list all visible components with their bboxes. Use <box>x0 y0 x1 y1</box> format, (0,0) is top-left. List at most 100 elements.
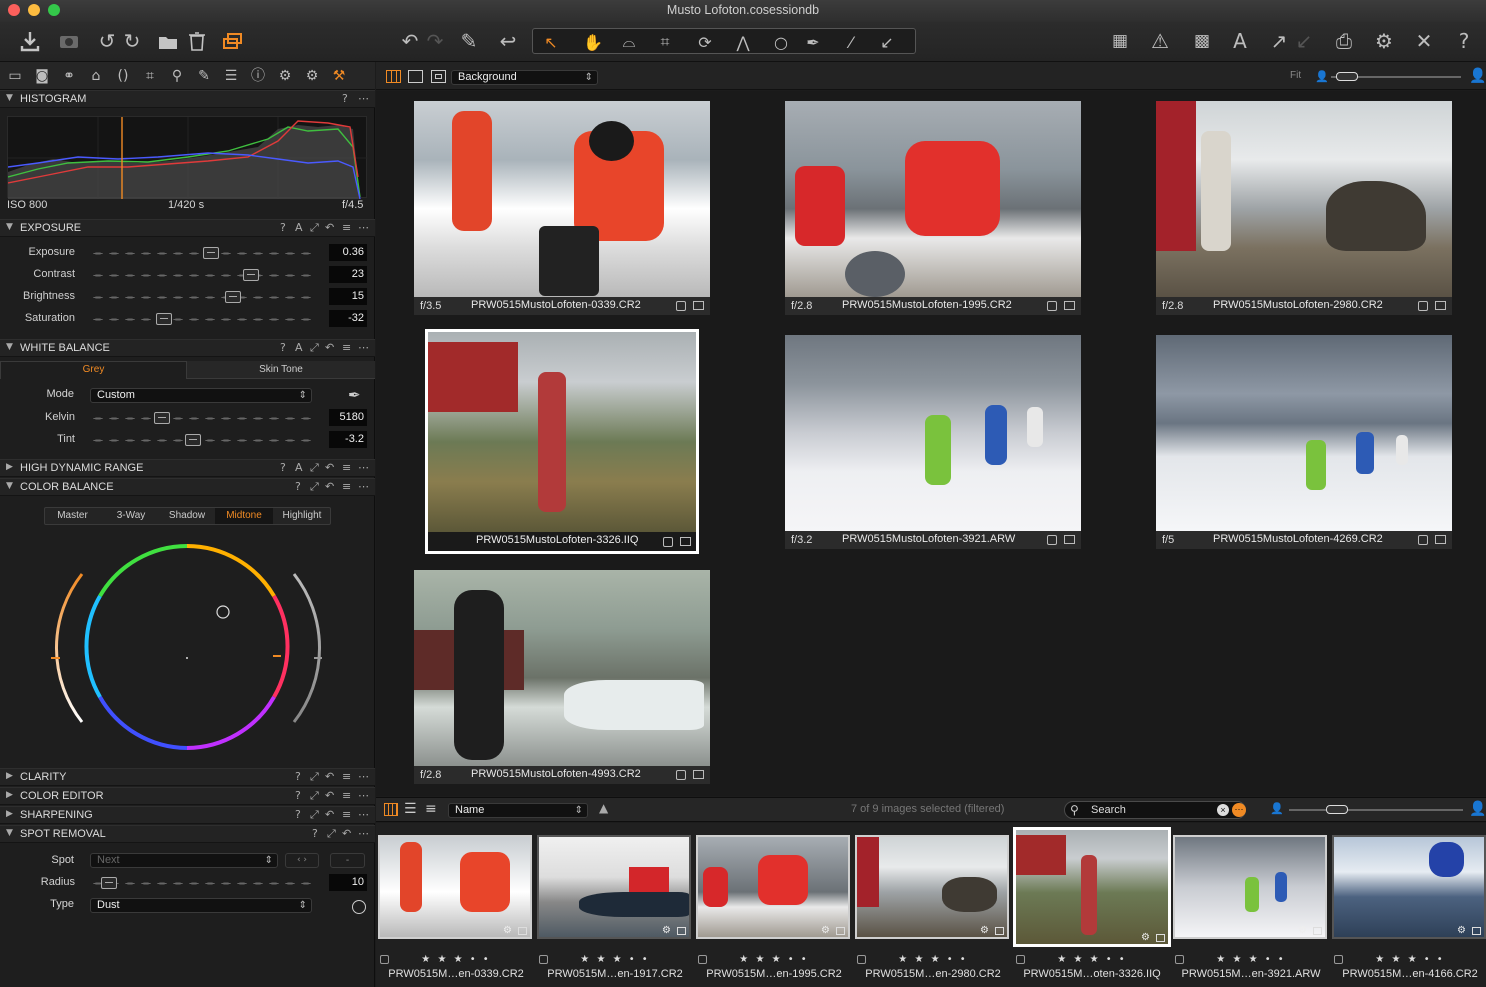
keystone-icon[interactable]: ⋀ <box>729 29 757 55</box>
metadata-tab-icon[interactable]: ⓘ <box>249 67 267 85</box>
reset-icon[interactable]: ↩ <box>494 28 522 54</box>
copy-apply-icon[interactable]: ⤢ <box>310 770 319 784</box>
presets-icon[interactable]: ≡ <box>342 770 351 783</box>
histogram-header[interactable]: ▼ HISTOGRAM ? ⋯ <box>0 90 375 108</box>
star-rating[interactable]: ★ ★ ★ • • <box>378 954 534 965</box>
thumb-size-slider-knob[interactable] <box>1326 805 1348 814</box>
rotate-icon[interactable]: ⟳ <box>691 29 719 55</box>
contrast-slider-knob[interactable] <box>243 269 260 281</box>
help-icon[interactable]: ? <box>342 92 348 105</box>
copy-adjustments-icon[interactable]: ↗ <box>1265 28 1293 54</box>
clarity-header[interactable]: ▶ CLARITY ? ⤢ ↶ ≡ ⋯ <box>0 768 375 786</box>
search-options-icon[interactable]: ⋯ <box>1232 803 1246 817</box>
star-rating[interactable]: ★ ★ ★ • • <box>855 954 1011 965</box>
adjustments-tab-icon[interactable]: ⚙ <box>276 67 294 85</box>
color-tab-icon[interactable]: ⚭ <box>60 67 78 85</box>
metadata-icon[interactable] <box>1435 301 1446 310</box>
local-adjust-tab-icon[interactable]: ✎ <box>195 67 213 85</box>
quick-tab-icon[interactable]: ⚒ <box>330 67 348 85</box>
viewer-thumb[interactable]: f/3.5 PRW0515MustoLofoten-0339.CR2 <box>414 101 710 315</box>
tab-skin-tone[interactable]: Skin Tone <box>187 361 375 379</box>
star-rating[interactable]: ★ ★ ★ • • <box>537 954 693 965</box>
exposure-header[interactable]: ▼ EXPOSURE ? A ⤢ ↶ ≡ ⋯ <box>0 219 375 237</box>
select-checkbox[interactable] <box>1047 301 1057 311</box>
loupe-icon[interactable]: ⌓ <box>615 29 643 55</box>
presets-icon[interactable]: ≡ <box>342 461 351 474</box>
star-rating[interactable]: ★ ★ ★ • • <box>1173 954 1329 965</box>
library-tab-icon[interactable]: ▭ <box>6 67 24 85</box>
brightness-slider-knob[interactable] <box>225 291 242 303</box>
exposure-warning-icon[interactable]: ⚠ <box>1146 28 1174 54</box>
kelvin-slider-knob[interactable] <box>153 412 170 424</box>
spot-select[interactable]: Next <box>90 853 278 868</box>
brightness-value[interactable]: 15 <box>329 288 367 305</box>
viewer-thumb[interactable]: f/5 PRW0515MustoLofoten-4269.CR2 <box>1156 335 1452 549</box>
more-icon[interactable]: ⋯ <box>358 789 369 802</box>
help-icon[interactable]: ? <box>280 221 286 234</box>
apply-adjustments-icon[interactable]: ↙ <box>1290 28 1318 54</box>
text-overlay-icon[interactable]: A <box>1226 28 1254 54</box>
tab-shadow[interactable]: Shadow <box>159 508 215 524</box>
filmstrip-view-icon[interactable]: ≡ <box>425 801 437 817</box>
tab-3-way[interactable]: 3-Way <box>103 508 159 524</box>
auto-adjust-icon[interactable]: A <box>295 341 303 354</box>
auto-adjust-icon[interactable]: A <box>295 461 303 474</box>
browser-thumb[interactable]: ⚙ <box>1173 835 1327 939</box>
help-icon[interactable]: ? <box>295 808 301 821</box>
pan-hand-icon[interactable]: ✋ <box>579 29 607 55</box>
reset-icon[interactable]: ↶ <box>325 461 334 474</box>
metadata-icon[interactable] <box>1435 535 1446 544</box>
white-balance-picker-icon[interactable]: ✒ <box>348 386 361 404</box>
settings-gear-icon[interactable]: ⚙ <box>1370 28 1398 54</box>
spot-removal-icon[interactable]: ○ <box>767 29 795 55</box>
browser-thumb[interactable]: ⚙ <box>537 835 691 939</box>
viewer-thumb-selected[interactable]: PRW0515MustoLofoten-3326.IIQ <box>428 332 696 551</box>
radius-slider-knob[interactable] <box>101 877 118 889</box>
radius-value[interactable]: 10 <box>329 874 367 891</box>
batch-tab-icon[interactable]: ⚙ <box>303 67 321 85</box>
trash-icon[interactable] <box>183 28 211 54</box>
grid-icon[interactable]: ▩ <box>1188 28 1216 54</box>
presets-icon[interactable]: ≡ <box>342 221 351 234</box>
viewer-thumb[interactable]: f/3.2 PRW0515MustoLofoten-3921.ARW <box>785 335 1081 549</box>
metadata-icon[interactable] <box>693 770 704 779</box>
metadata-icon[interactable] <box>1064 535 1075 544</box>
metadata-icon[interactable] <box>1064 301 1075 310</box>
copy-apply-icon[interactable]: ⤢ <box>310 461 319 475</box>
browser-thumb[interactable]: ⚙ <box>1332 835 1486 939</box>
spot-removal-header[interactable]: ▼ SPOT REMOVAL ? ⤢ ↶ ⋯ <box>0 825 375 843</box>
copy-apply-icon[interactable]: ⤢ <box>310 480 319 494</box>
help-icon[interactable]: ? <box>295 480 301 493</box>
presets-icon[interactable]: ≡ <box>342 808 351 821</box>
select-checkbox[interactable] <box>1418 301 1428 311</box>
exposure-slider-knob[interactable] <box>202 247 219 259</box>
more-icon[interactable]: ⋯ <box>358 770 369 783</box>
undo-icon[interactable]: ↶ <box>396 28 424 54</box>
viewer-thumb[interactable]: f/2.8 PRW0515MustoLofoten-4993.CR2 <box>414 570 710 784</box>
color-balance-header[interactable]: ▼ COLOR BALANCE ? ⤢ ↶ ≡ ⋯ <box>0 478 375 496</box>
browser-thumb[interactable]: ⚙ <box>855 835 1009 939</box>
metadata-icon[interactable] <box>693 301 704 310</box>
copy-apply-icon[interactable]: ⤢ <box>327 827 336 841</box>
hdr-header[interactable]: ▶ HIGH DYNAMIC RANGE ? A ⤢ ↶ ≡ ⋯ <box>0 459 375 477</box>
select-checkbox[interactable] <box>663 537 673 547</box>
select-checkbox[interactable] <box>676 770 686 780</box>
spot-type-select[interactable]: Dust <box>90 898 312 913</box>
spot-circle-icon[interactable] <box>352 900 366 914</box>
output-tab-icon[interactable]: ☰ <box>222 67 240 85</box>
spot-prev-next-buttons[interactable]: ‹ › <box>285 853 319 868</box>
saturation-value[interactable]: -32 <box>329 310 367 327</box>
composition-tab-icon[interactable]: ⌗ <box>141 67 159 85</box>
presets-icon[interactable]: ≡ <box>342 789 351 802</box>
tab-grey[interactable]: Grey <box>0 361 187 379</box>
copy-apply-icon[interactable]: ⤢ <box>310 808 319 822</box>
color-picker-icon[interactable]: ⁄ <box>837 29 865 55</box>
browser-thumb[interactable]: ⚙ <box>378 835 532 939</box>
grid-overlay-icon[interactable]: ▦ <box>1106 28 1134 54</box>
reset-icon[interactable]: ↶ <box>325 221 334 234</box>
select-checkbox[interactable] <box>676 301 686 311</box>
select-checkbox[interactable] <box>1047 535 1057 545</box>
draw-mask-icon[interactable]: ✒ <box>799 29 827 55</box>
capture-tab-icon[interactable]: ◙ <box>33 67 51 85</box>
more-icon[interactable]: ⋯ <box>358 480 369 493</box>
